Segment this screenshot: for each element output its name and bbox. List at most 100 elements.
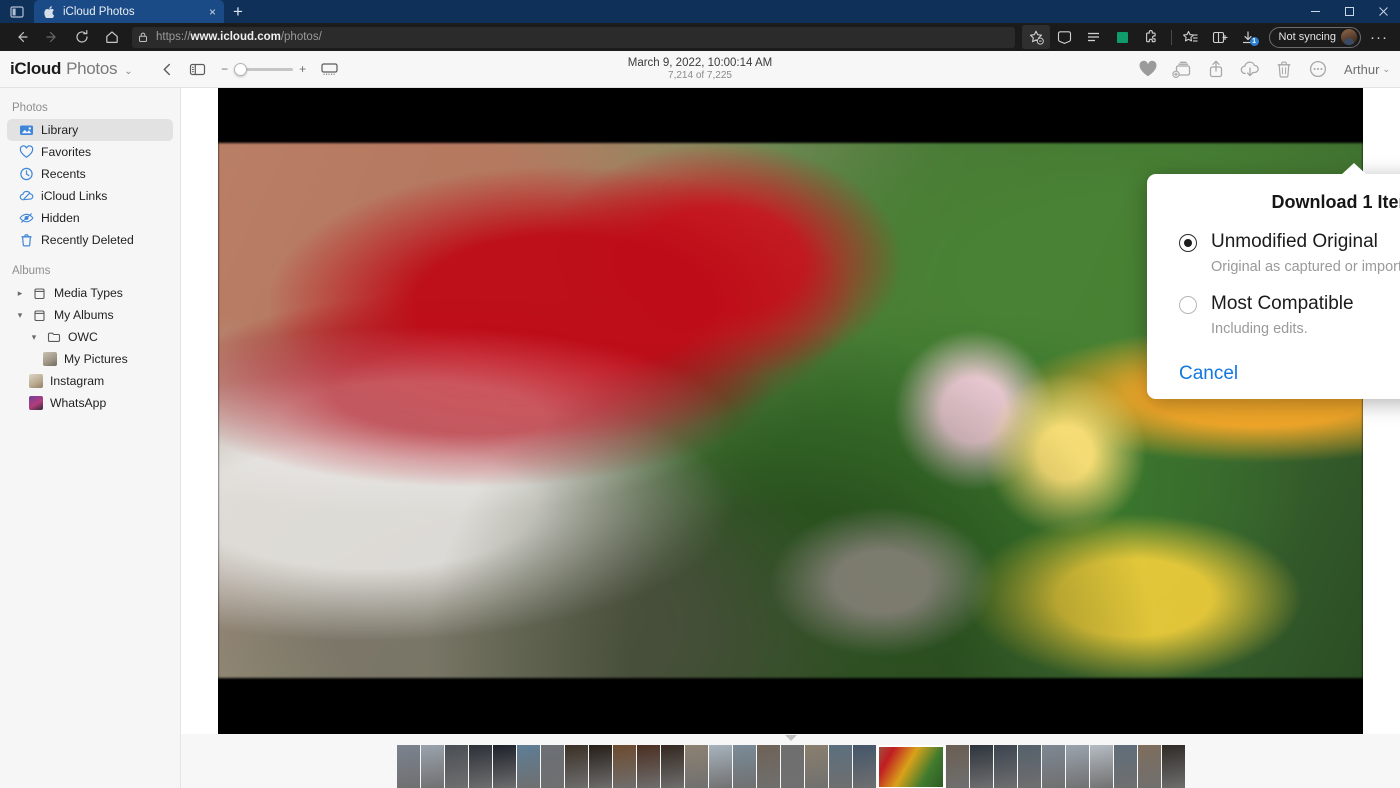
sidebar-item-library[interactable]: Library: [7, 119, 173, 141]
app-brand[interactable]: iCloud Photos ⌄: [0, 59, 133, 79]
sidebar-item-label: Recently Deleted: [41, 233, 134, 247]
ellipsis-circle-icon[interactable]: [1302, 54, 1334, 84]
browser-tab[interactable]: iCloud Photos ×: [34, 0, 224, 23]
sidebar-item-media-types[interactable]: ▸ Media Types: [7, 282, 173, 304]
reload-icon[interactable]: [67, 25, 96, 49]
filmstrip-thumbnail[interactable]: [708, 745, 732, 788]
filmstrip-thumbnail[interactable]: [612, 745, 636, 788]
filmstrip-thumbnail[interactable]: [444, 745, 468, 788]
filmstrip-thumbnail[interactable]: [492, 745, 516, 788]
filmstrip-thumbnail[interactable]: [852, 745, 876, 788]
new-tab-button[interactable]: +: [224, 0, 252, 23]
filmstrip-thumbnail[interactable]: [564, 745, 588, 788]
option-label: Unmodified Original: [1211, 231, 1378, 252]
filmstrip-thumbnail-current[interactable]: [876, 745, 945, 788]
tab-actions-icon[interactable]: [0, 0, 34, 23]
heart-icon[interactable]: [1132, 54, 1164, 84]
radio-most-compatible[interactable]: [1179, 296, 1197, 314]
filmstrip-thumbnail[interactable]: [1065, 745, 1089, 788]
chevron-down-icon[interactable]: ▾: [29, 332, 39, 343]
filmstrip-thumbnail[interactable]: [540, 745, 564, 788]
sidebar-item-whatsapp[interactable]: WhatsApp: [7, 392, 173, 414]
sidebar-item-favorites[interactable]: Favorites: [7, 141, 173, 163]
profile-sync-button[interactable]: Not syncing: [1268, 26, 1361, 48]
filmstrip-thumbnail[interactable]: [636, 745, 660, 788]
sidebar-item-my-pictures[interactable]: My Pictures: [7, 348, 173, 370]
filmstrip-thumbnail[interactable]: [1137, 745, 1161, 788]
sidebar-item-instagram[interactable]: Instagram: [7, 370, 173, 392]
favorites-bar-icon[interactable]: [1080, 25, 1108, 49]
filmstrip-thumbnail[interactable]: [660, 745, 684, 788]
filmstrip-thumbnail[interactable]: [684, 745, 708, 788]
sidebar-toggle-icon[interactable]: [185, 56, 211, 82]
filmstrip-thumbnail[interactable]: [1041, 745, 1065, 788]
sidebar-item-recents[interactable]: Recents: [7, 163, 173, 185]
sidebar-item-icloud-links[interactable]: iCloud Links: [7, 185, 173, 207]
user-menu[interactable]: Arthur ⌄: [1344, 62, 1390, 77]
chevron-right-icon[interactable]: ▸: [15, 288, 25, 299]
sidebar-item-recently-deleted[interactable]: Recently Deleted: [7, 229, 173, 251]
extensions-icon[interactable]: [1138, 25, 1166, 49]
filmstrip-thumbnails[interactable]: [396, 745, 1185, 788]
folder-icon: [32, 308, 47, 323]
album-thumbnail-icon: [29, 374, 43, 388]
maximize-icon[interactable]: [1332, 0, 1366, 23]
minimize-icon[interactable]: [1298, 0, 1332, 23]
sidebar-item-my-albums[interactable]: ▾ My Albums: [7, 304, 173, 326]
filmstrip[interactable]: [181, 734, 1400, 788]
back-to-library-button[interactable]: [155, 56, 181, 82]
sidebar-item-label: Media Types: [54, 286, 123, 300]
filmstrip-thumbnail[interactable]: [1089, 745, 1113, 788]
zoom-out-button[interactable]: −: [221, 62, 229, 76]
filmstrip-thumbnail[interactable]: [588, 745, 612, 788]
chevron-down-icon[interactable]: ⌄: [124, 66, 132, 77]
address-bar[interactable]: https://www.icloud.com/photos/: [132, 26, 1015, 48]
share-icon[interactable]: [1200, 54, 1232, 84]
add-to-album-icon[interactable]: [1166, 54, 1198, 84]
home-icon[interactable]: [97, 25, 126, 49]
downloads-icon[interactable]: 1: [1235, 25, 1263, 49]
filmstrip-thumbnail[interactable]: [1161, 745, 1185, 788]
filmstrip-thumbnail[interactable]: [468, 745, 492, 788]
option-most-compatible[interactable]: Most Compatible: [1179, 291, 1400, 317]
popover-arrow: [1341, 163, 1367, 175]
slideshow-icon[interactable]: [317, 56, 343, 82]
cancel-button[interactable]: Cancel: [1179, 363, 1238, 385]
trash-icon[interactable]: [1268, 54, 1300, 84]
filmstrip-thumbnail[interactable]: [804, 745, 828, 788]
favorites-icon[interactable]: [1177, 25, 1205, 49]
back-arrow-icon[interactable]: [7, 25, 36, 49]
option-unmodified-original[interactable]: Unmodified Original: [1179, 229, 1400, 255]
filmstrip-thumbnail[interactable]: [1017, 745, 1041, 788]
zoom-slider[interactable]: − +: [221, 62, 307, 76]
filmstrip-thumbnail[interactable]: [732, 745, 756, 788]
add-favorite-icon[interactable]: [1021, 25, 1050, 49]
filmstrip-thumbnail[interactable]: [756, 745, 780, 788]
browser-settings-icon[interactable]: ···: [1365, 25, 1393, 49]
filmstrip-thumbnail[interactable]: [828, 745, 852, 788]
filmstrip-thumbnail[interactable]: [396, 745, 420, 788]
forward-arrow-icon[interactable]: [37, 25, 66, 49]
reading-list-icon[interactable]: [1051, 25, 1079, 49]
filmstrip-thumbnail[interactable]: [945, 745, 969, 788]
chevron-down-icon[interactable]: ▾: [15, 310, 25, 321]
sidebar-item-owc[interactable]: ▾ OWC: [7, 326, 173, 348]
sidebar-item-label: Library: [41, 123, 79, 137]
collections-icon[interactable]: [1109, 25, 1137, 49]
filmstrip-thumbnail[interactable]: [420, 745, 444, 788]
filmstrip-thumbnail[interactable]: [516, 745, 540, 788]
filmstrip-thumbnail[interactable]: [993, 745, 1017, 788]
close-window-icon[interactable]: [1366, 0, 1400, 23]
filmstrip-thumbnail[interactable]: [969, 745, 993, 788]
close-tab-icon[interactable]: ×: [207, 6, 218, 18]
filmstrip-thumbnail[interactable]: [1113, 745, 1137, 788]
radio-unmodified-original[interactable]: [1179, 234, 1197, 252]
zoom-in-button[interactable]: +: [299, 62, 307, 76]
zoom-slider-track[interactable]: [233, 62, 293, 76]
zoom-slider-knob[interactable]: [233, 62, 247, 76]
filmstrip-thumbnail[interactable]: [780, 745, 804, 788]
split-screen-icon[interactable]: [1206, 25, 1234, 49]
cloud-download-icon[interactable]: [1234, 54, 1266, 84]
sidebar-item-hidden[interactable]: Hidden: [7, 207, 173, 229]
download-dialog[interactable]: Download 1 Item Unmodified Original Orig…: [1147, 163, 1400, 399]
